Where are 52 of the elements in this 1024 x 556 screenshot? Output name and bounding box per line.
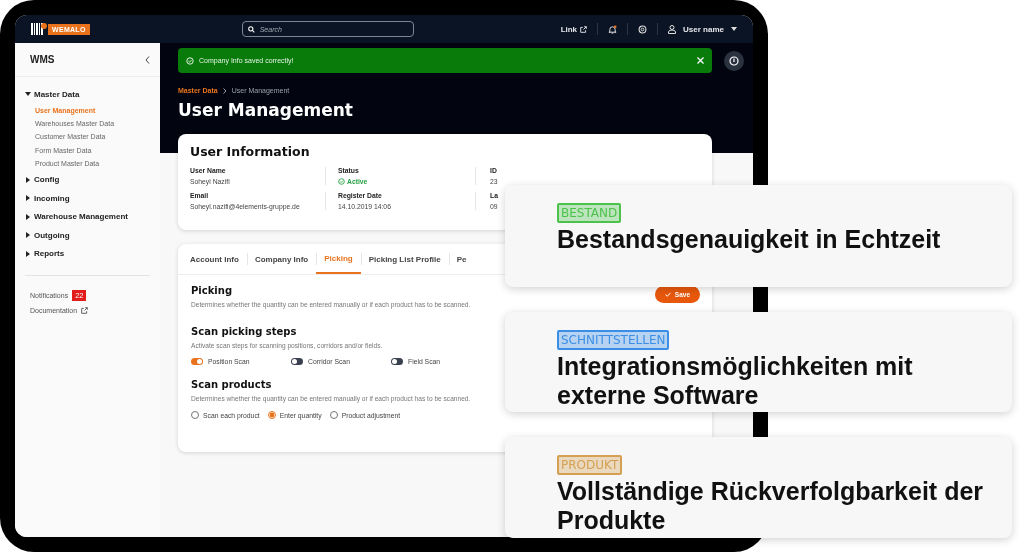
search-icon <box>247 25 255 33</box>
nav-group[interactable]: Outgoing <box>25 225 160 245</box>
feature-title: Integrationsmöglichkeiten mit externe Software <box>557 352 914 410</box>
radio-button[interactable] <box>267 411 276 419</box>
check-circle-icon <box>186 56 194 65</box>
check-icon <box>664 292 671 297</box>
link[interactable]: Link <box>550 23 598 35</box>
section-title: Scan products <box>191 379 272 390</box>
external-link-icon <box>81 306 89 314</box>
chevron-right-icon <box>222 87 227 94</box>
caret-icon <box>731 27 737 31</box>
user-icon <box>668 24 677 34</box>
external-link-icon <box>580 25 588 33</box>
tab[interactable]: Company Info <box>246 244 317 274</box>
category-tag: PRODUKT <box>557 455 623 475</box>
user-menu[interactable]: User name <box>683 24 724 34</box>
info-icon <box>729 55 739 66</box>
caret-right-icon <box>25 195 31 202</box>
feature-title: Vollständige Rückverfolgbarkeit der Produkte <box>557 477 985 535</box>
nav-group[interactable]: Warehouse Management <box>25 207 160 226</box>
card-title: User Information <box>190 144 311 159</box>
category-tag: SCHNITTSTELLEN <box>557 330 670 350</box>
settings-icon[interactable] <box>638 24 648 34</box>
section-title: Scan picking steps <box>191 326 297 337</box>
radio-button[interactable] <box>191 411 199 419</box>
sidebar-title: WMS <box>30 54 55 65</box>
tab[interactable]: Picking List Profile <box>360 244 449 274</box>
caret-right-icon <box>25 176 31 183</box>
radio-button[interactable] <box>329 411 338 419</box>
toggle-switch[interactable] <box>191 358 203 365</box>
caret-right-icon <box>25 232 31 239</box>
caret-down-icon <box>25 91 31 98</box>
nav-group[interactable]: Master Data <box>25 85 160 104</box>
barcode-icon <box>31 23 47 35</box>
tab[interactable]: Account Info <box>182 244 247 274</box>
tab[interactable]: Pe <box>448 244 475 274</box>
collapse-icon[interactable] <box>145 55 150 64</box>
nav-group[interactable]: Config <box>25 170 160 189</box>
info-button[interactable] <box>724 50 744 71</box>
page-title: User Management <box>178 100 354 120</box>
caret-right-icon <box>25 250 31 257</box>
bell-icon[interactable] <box>608 24 618 34</box>
caret-right-icon <box>25 213 31 220</box>
feature-title: Bestandsgenauigkeit in Echtzeit <box>557 225 942 254</box>
nav-group[interactable]: Reports <box>25 244 160 263</box>
nav-group[interactable]: Incoming <box>25 188 160 208</box>
check-circle-icon <box>338 178 345 185</box>
close-icon[interactable] <box>697 57 704 64</box>
toggle-switch[interactable] <box>391 358 403 365</box>
section-title: Picking <box>191 285 233 296</box>
toggle-switch[interactable] <box>291 358 303 365</box>
category-tag: BESTAND <box>557 203 622 223</box>
